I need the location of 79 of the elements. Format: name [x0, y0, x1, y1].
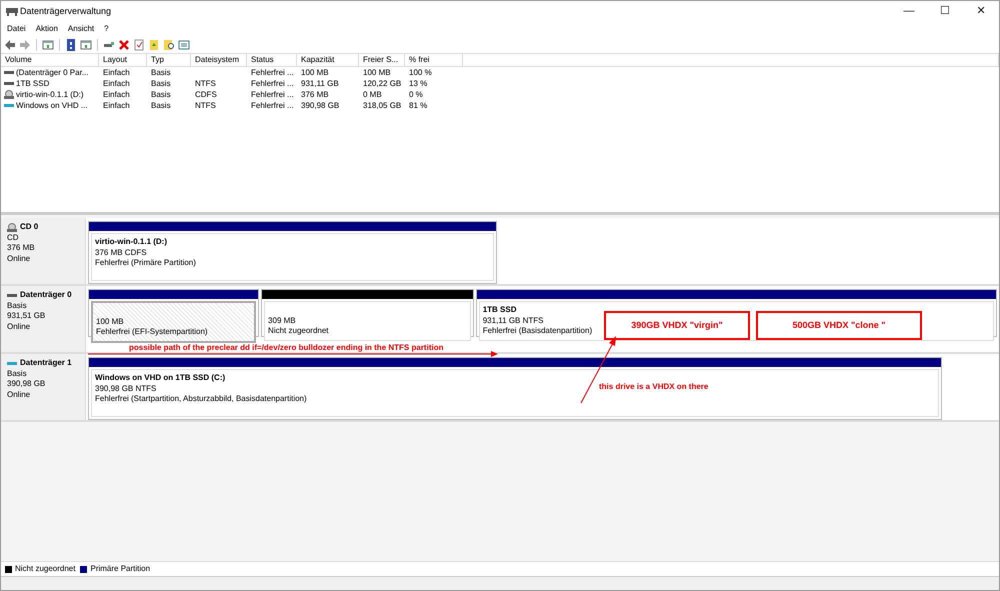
table-cell-text: 0 MB	[362, 89, 383, 100]
close-button[interactable]: ✕	[963, 3, 999, 20]
annotation-box: 500GB VHDX "clone "	[756, 311, 922, 340]
table-cell: 1TB SSD	[16, 78, 50, 89]
legend-label: Primäre Partition	[90, 563, 150, 575]
column-header[interactable]: Freier S...	[359, 54, 405, 66]
table-cell: Windows on VHD ...	[16, 100, 88, 111]
disk-name: CD 0	[20, 222, 38, 232]
table-cell-text: Basis	[150, 78, 172, 89]
disk-info: 390,98 GB	[7, 379, 46, 390]
disk-info: Online	[7, 254, 32, 264]
table-cell-text: 100 MB	[362, 67, 392, 78]
partition[interactable]: 100 MB Fehlerfrei (EFI-Systempartition)	[91, 301, 256, 342]
window-icon[interactable]	[80, 38, 92, 50]
table-cell-text: 931,11 GB	[300, 78, 340, 89]
column-header[interactable]: Typ	[147, 54, 191, 66]
column-header[interactable]: Status	[247, 54, 297, 66]
table-cell-text: CDFS	[194, 89, 218, 100]
maximize-button[interactable]: ☐	[927, 3, 963, 20]
cd-drive-icon	[4, 90, 14, 99]
menu-item[interactable]: ?	[100, 23, 113, 35]
disk-name: Datenträger 0	[20, 290, 72, 300]
table-cell-text: Einfach	[102, 78, 131, 89]
table-cell-text: Fehlerfrei ...	[250, 89, 295, 100]
table-cell-text: 376 MB	[300, 89, 330, 100]
disk-info: Online	[7, 322, 32, 332]
annotation-text: this drive is a VHDX on there	[599, 381, 708, 393]
menu-item[interactable]: Ansicht	[64, 23, 98, 35]
legend-label: Nicht zugeordnet	[15, 563, 76, 575]
column-header[interactable]: Layout	[99, 54, 147, 66]
table-cell-text: NTFS	[194, 100, 217, 111]
cd-drive-icon	[7, 222, 17, 232]
disk-info: CD	[7, 232, 20, 243]
window-icon[interactable]	[42, 38, 54, 50]
list-icon[interactable]	[178, 38, 190, 50]
table-cell-text: 100 MB	[300, 67, 330, 78]
column-header[interactable]: Volume	[1, 54, 99, 66]
table-cell-text: Fehlerfrei ...	[250, 100, 295, 111]
disk-info: Online	[7, 390, 32, 400]
disk-info: 376 MB	[7, 243, 36, 254]
disk-name: Datenträger 1	[20, 358, 72, 368]
folder-search-icon[interactable]	[163, 38, 175, 50]
annotation-box: 390GB VHDX "virgin"	[604, 311, 750, 340]
table-cell-text: 120,22 GB	[362, 78, 402, 89]
table-cell-text: Fehlerfrei ...	[250, 78, 295, 89]
column-header[interactable]: Kapazität	[297, 54, 359, 66]
table-cell-text: 81 %	[408, 100, 428, 111]
disk-info: Basis	[7, 368, 28, 379]
table-cell-text: Fehlerfrei ...	[250, 67, 295, 78]
table-cell-text: Basis	[150, 100, 172, 111]
table-cell-text: 390,98 GB	[300, 100, 340, 111]
virtual-drive-icon	[4, 101, 14, 110]
checklist-icon[interactable]	[133, 38, 145, 50]
back-arrow-icon[interactable]	[4, 38, 16, 50]
table-cell-text: 13 %	[408, 78, 428, 89]
table-cell-text: Einfach	[102, 89, 131, 100]
window-title: Datenträgerverwaltung	[20, 4, 112, 18]
minimize-button[interactable]: —	[891, 3, 927, 20]
menu-item[interactable]: Datei	[3, 23, 30, 35]
disk-info: Basis	[7, 300, 28, 311]
annotation-text: possible path of the preclear dd if=/dev/zero bulldozer ending in the NTFS partition	[129, 342, 444, 354]
table-cell-text: 100 %	[408, 67, 433, 78]
delete-icon[interactable]	[118, 38, 130, 50]
table-cell: (Datenträger 0 Par...	[16, 67, 88, 78]
table-cell-text: Basis	[150, 89, 172, 100]
table-cell-text: 318,05 GB	[362, 100, 402, 111]
table-cell-text: Basis	[150, 67, 172, 78]
table-cell-text: Einfach	[102, 67, 131, 78]
table-cell: virtio-win-0.1.1 (D:)	[16, 89, 84, 100]
table-cell-text: 0 %	[408, 89, 424, 100]
table-cell-text: Einfach	[102, 100, 131, 111]
disk-info: 931,51 GB	[7, 311, 46, 322]
partition[interactable]: 309 MB Nicht zugeordnet	[264, 301, 471, 340]
table-cell-text: NTFS	[194, 78, 217, 89]
menu-item[interactable]: Aktion	[32, 23, 62, 35]
column-header[interactable]: % frei	[405, 54, 463, 66]
partition[interactable]: virtio-win-0.1.1 (D:) 376 MB CDFS Fehlerfrei (Primäre Partition)	[91, 233, 494, 281]
column-header[interactable]: Dateisystem	[191, 54, 247, 66]
disk-management-icon	[6, 6, 18, 16]
